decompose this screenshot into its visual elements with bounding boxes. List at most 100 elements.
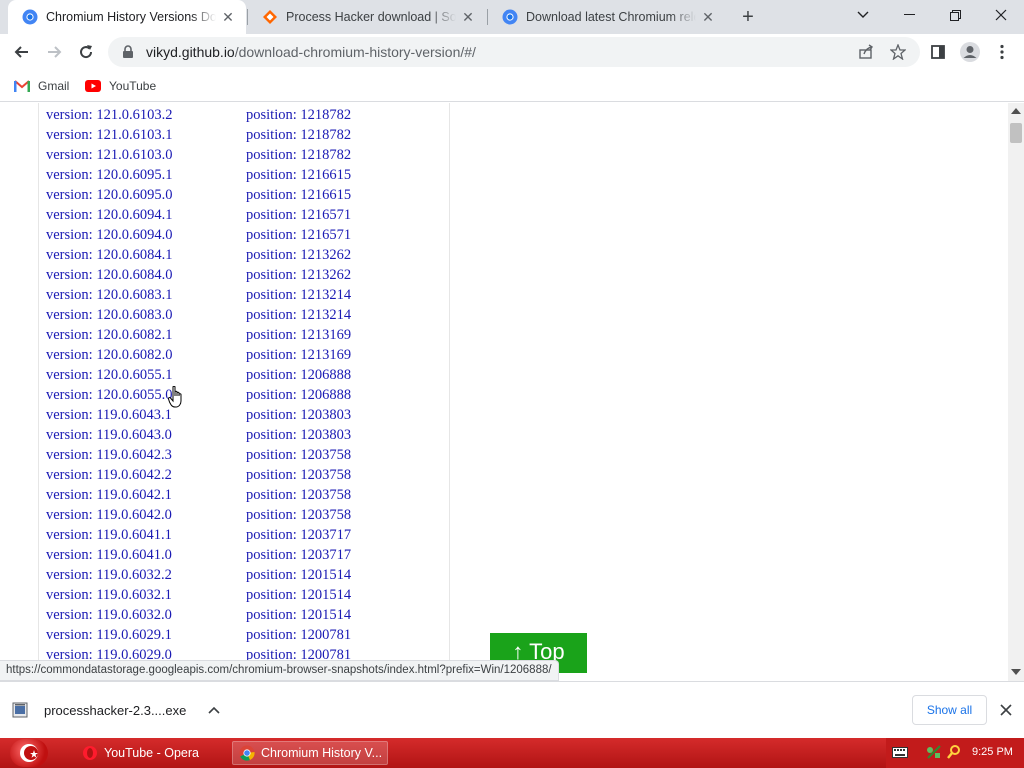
version-row[interactable]: version: 120.0.6084.0 position: 1213262 <box>39 265 449 285</box>
position-link[interactable]: position: 1213262 <box>246 267 351 284</box>
position-link[interactable]: position: 1218782 <box>246 127 351 144</box>
position-link[interactable]: position: 1201514 <box>246 587 351 604</box>
reload-button[interactable] <box>72 38 100 66</box>
position-link[interactable]: position: 1213214 <box>246 307 351 324</box>
position-link[interactable]: position: 1216571 <box>246 227 351 244</box>
version-link[interactable]: version: 120.0.6055.1 <box>46 367 172 384</box>
position-link[interactable]: position: 1203758 <box>246 487 351 504</box>
version-link[interactable]: version: 120.0.6095.1 <box>46 167 172 184</box>
bookmark-youtube[interactable]: YouTube <box>85 76 156 96</box>
version-row[interactable]: version: 121.0.6103.0 position: 1218782 <box>39 145 449 165</box>
forward-button[interactable] <box>40 38 68 66</box>
version-link[interactable]: version: 120.0.6094.1 <box>46 207 172 224</box>
version-link[interactable]: version: 119.0.6032.1 <box>46 587 172 604</box>
task-chromium-history[interactable]: Chromium History V... <box>232 741 388 765</box>
version-link[interactable]: version: 121.0.6103.2 <box>46 107 172 124</box>
tab-process-hacker[interactable]: Process Hacker download | Sourc ✕ <box>248 0 486 34</box>
start-button[interactable] <box>10 739 48 767</box>
tab-chromium-history[interactable]: Chromium History Versions Dow ✕ <box>8 0 246 34</box>
task-youtube-opera[interactable]: YouTube - Opera <box>76 741 226 765</box>
version-link[interactable]: version: 119.0.6042.3 <box>46 447 172 464</box>
close-icon[interactable]: ✕ <box>460 9 476 25</box>
version-link[interactable]: version: 119.0.6043.1 <box>46 407 172 424</box>
position-link[interactable]: position: 1201514 <box>246 567 351 584</box>
profile-button[interactable] <box>956 38 984 66</box>
version-link[interactable]: version: 120.0.6094.0 <box>46 227 172 244</box>
version-row[interactable]: version: 119.0.6042.3 position: 1203758 <box>39 445 449 465</box>
version-row[interactable]: version: 120.0.6084.1 position: 1213262 <box>39 245 449 265</box>
version-row[interactable]: version: 120.0.6095.1 position: 1216615 <box>39 165 449 185</box>
keyboard-icon[interactable] <box>892 745 908 762</box>
version-link[interactable]: version: 119.0.6043.0 <box>46 427 172 444</box>
version-row[interactable]: version: 120.0.6095.0 position: 1216615 <box>39 185 449 205</box>
position-link[interactable]: position: 1216615 <box>246 167 351 184</box>
version-row[interactable]: version: 120.0.6055.1 position: 1206888 <box>39 365 449 385</box>
version-link[interactable]: version: 120.0.6082.1 <box>46 327 172 344</box>
position-link[interactable]: position: 1203758 <box>246 507 351 524</box>
version-link[interactable]: version: 119.0.6042.1 <box>46 487 172 504</box>
vertical-scrollbar[interactable] <box>1008 103 1024 681</box>
version-link[interactable]: version: 119.0.6041.1 <box>46 527 172 544</box>
new-tab-button[interactable]: + <box>736 5 760 29</box>
close-icon[interactable] <box>996 700 1016 720</box>
position-link[interactable]: position: 1203758 <box>246 447 351 464</box>
position-link[interactable]: position: 1201514 <box>246 607 351 624</box>
version-row[interactable]: version: 119.0.6042.2 position: 1203758 <box>39 465 449 485</box>
position-link[interactable]: position: 1213262 <box>246 247 351 264</box>
position-link[interactable]: position: 1218782 <box>246 147 351 164</box>
network-icon[interactable] <box>926 744 942 763</box>
position-link[interactable]: position: 1203758 <box>246 467 351 484</box>
scrollbar-thumb[interactable] <box>1010 123 1022 143</box>
position-link[interactable]: position: 1213169 <box>246 347 351 364</box>
tab-download-chromium[interactable]: Download latest Chromium relea ✕ <box>488 0 726 34</box>
position-link[interactable]: position: 1200781 <box>246 627 351 644</box>
version-row[interactable]: version: 119.0.6032.1 position: 1201514 <box>39 585 449 605</box>
version-link[interactable]: version: 119.0.6042.2 <box>46 467 172 484</box>
tab-search-button[interactable] <box>840 0 886 30</box>
bookmark-gmail[interactable]: Gmail <box>14 76 69 96</box>
version-link[interactable]: version: 120.0.6095.0 <box>46 187 172 204</box>
close-icon[interactable]: ✕ <box>220 9 236 25</box>
lock-icon[interactable] <box>120 44 136 60</box>
position-link[interactable]: position: 1206888 <box>246 387 351 404</box>
version-row[interactable]: version: 120.0.6083.0 position: 1213214 <box>39 305 449 325</box>
version-link[interactable]: version: 121.0.6103.0 <box>46 147 172 164</box>
position-link[interactable]: position: 1203717 <box>246 547 351 564</box>
version-link[interactable]: version: 121.0.6103.1 <box>46 127 172 144</box>
version-row[interactable]: version: 119.0.6032.0 position: 1201514 <box>39 605 449 625</box>
scroll-up-arrow-icon[interactable] <box>1011 108 1021 114</box>
star-icon[interactable] <box>890 44 906 60</box>
show-all-button[interactable]: Show all <box>912 695 987 725</box>
version-row[interactable]: version: 119.0.6042.0 position: 1203758 <box>39 505 449 525</box>
menu-button[interactable] <box>988 38 1016 66</box>
version-link[interactable]: version: 119.0.6032.2 <box>46 567 172 584</box>
back-button[interactable] <box>8 38 36 66</box>
position-link[interactable]: position: 1203803 <box>246 407 351 424</box>
position-link[interactable]: position: 1213169 <box>246 327 351 344</box>
close-window-button[interactable] <box>978 0 1024 30</box>
version-row[interactable]: version: 120.0.6082.0 position: 1213169 <box>39 345 449 365</box>
position-link[interactable]: position: 1206888 <box>246 367 351 384</box>
minimize-button[interactable] <box>886 0 932 30</box>
version-link[interactable]: version: 120.0.6083.1 <box>46 287 172 304</box>
position-link[interactable]: position: 1216571 <box>246 207 351 224</box>
version-link[interactable]: version: 120.0.6083.0 <box>46 307 172 324</box>
version-link[interactable]: version: 120.0.6084.0 <box>46 267 172 284</box>
version-link[interactable]: version: 120.0.6055.0 <box>46 387 172 404</box>
position-link[interactable]: position: 1203717 <box>246 527 351 544</box>
version-row[interactable]: version: 121.0.6103.1 position: 1218782 <box>39 125 449 145</box>
version-link[interactable]: version: 119.0.6032.0 <box>46 607 172 624</box>
version-link[interactable]: version: 119.0.6029.1 <box>46 627 172 644</box>
version-row[interactable]: version: 120.0.6083.1 position: 1213214 <box>39 285 449 305</box>
version-link[interactable]: version: 120.0.6084.1 <box>46 247 172 264</box>
version-row[interactable]: version: 120.0.6094.1 position: 1216571 <box>39 205 449 225</box>
version-row[interactable]: version: 119.0.6043.1 position: 1203803 <box>39 405 449 425</box>
address-bar[interactable]: vikyd.github.io/download-chromium-histor… <box>108 37 920 67</box>
version-link[interactable]: version: 119.0.6042.0 <box>46 507 172 524</box>
chevron-up-icon[interactable] <box>206 702 222 718</box>
version-row[interactable]: version: 120.0.6094.0 position: 1216571 <box>39 225 449 245</box>
version-row[interactable]: version: 120.0.6082.1 position: 1213169 <box>39 325 449 345</box>
version-row[interactable]: version: 119.0.6042.1 position: 1203758 <box>39 485 449 505</box>
version-row[interactable]: version: 120.0.6055.0 position: 1206888 <box>39 385 449 405</box>
version-row[interactable]: version: 119.0.6041.1 position: 1203717 <box>39 525 449 545</box>
